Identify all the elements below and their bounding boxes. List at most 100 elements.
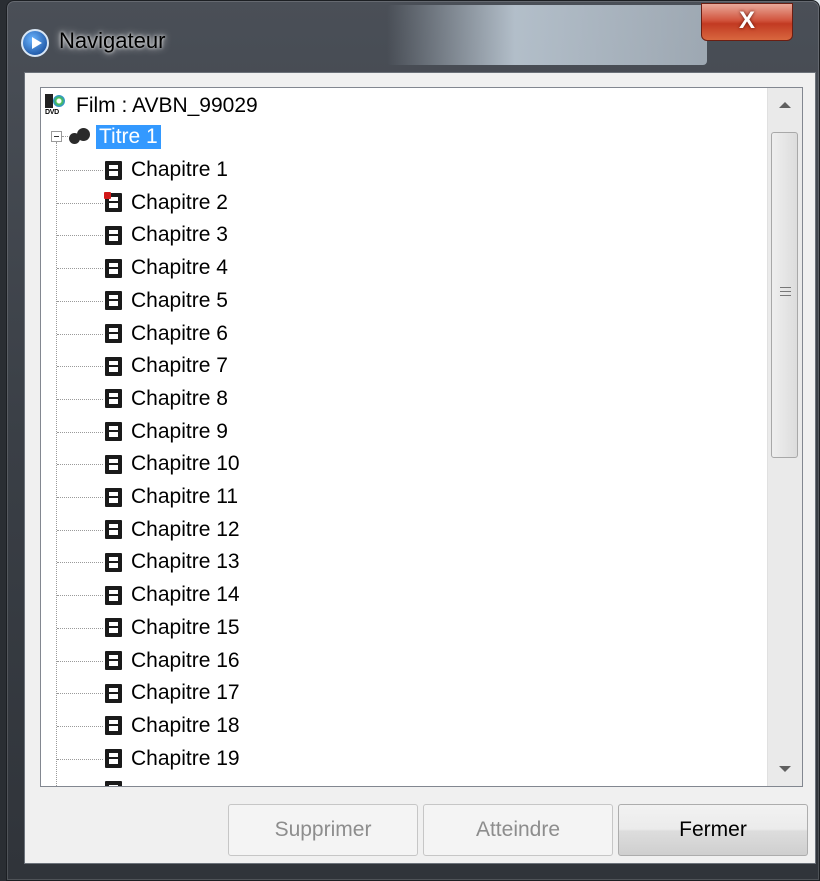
chapter-film-icon [105, 781, 122, 786]
chapter-label: Chapitre 14 [131, 583, 240, 607]
collapse-toggle-icon[interactable] [51, 131, 62, 142]
tree-connector [57, 595, 103, 597]
tree-node-title-1[interactable]: Titre 1 [69, 121, 161, 153]
tree-connector [57, 725, 103, 727]
tree-vertical-scrollbar[interactable] [767, 88, 802, 786]
tree-connector [57, 398, 103, 400]
tree-node-chapter[interactable]: Chapitre 10 [105, 448, 243, 480]
tree-node-chapter[interactable]: Chapitre 14 [105, 579, 243, 611]
tree-node-chapter[interactable]: Chapitre 3 [105, 219, 231, 251]
tree-node-chapter[interactable]: Chapitre 8 [105, 383, 231, 415]
chapter-film-icon [105, 454, 122, 474]
tree-root-film[interactable]: DVD Film : AVBN_99029 [45, 90, 261, 122]
chapter-film-icon [105, 291, 122, 311]
scroll-up-arrow-icon[interactable] [768, 88, 802, 122]
tree-node-chapter[interactable]: Chapitre 4 [105, 252, 231, 284]
dialog-client-area: DVD Film : AVBN_99029 Titre 1 Chapitre 1… [24, 72, 816, 864]
chapter-film-icon [105, 716, 122, 736]
chapter-film-icon [105, 552, 122, 572]
tree-node-chapter[interactable]: Chapitre 19 [105, 743, 243, 775]
tree-connector [57, 693, 103, 695]
chapter-film-icon [105, 651, 122, 670]
tree-node-chapter[interactable]: Chapitre 16 [105, 645, 243, 677]
tree-connector [57, 529, 103, 531]
chapter-label: Chapitre 9 [131, 419, 228, 443]
chapter-label: Chapitre 6 [131, 321, 228, 345]
chapter-label: Chapitre 10 [131, 452, 240, 476]
chapter-film-icon [105, 618, 122, 638]
tree-connector [57, 562, 103, 564]
tree-node-chapter[interactable]: Chapitre 11 [105, 481, 241, 513]
chapter-label: Chapitre 5 [131, 288, 228, 312]
titlebar-glass [387, 5, 707, 65]
chapter-label: Chapitre 17 [131, 681, 240, 705]
chapter-film-icon [105, 258, 122, 278]
tree-node-chapter[interactable]: Chapitre 9 [105, 416, 231, 448]
chapter-label: Chapitre 19 [131, 746, 240, 770]
chapter-label: Chapitre 1 [131, 158, 228, 181]
chapter-label: Chapitre 4 [131, 256, 228, 280]
tree-connector [57, 758, 103, 760]
chapter-label: Chapitre 8 [131, 386, 228, 410]
tree-node-chapter[interactable]: Chapitre 5 [105, 285, 231, 317]
tree-connector [57, 660, 103, 662]
title-node-label: Titre 1 [96, 125, 161, 149]
tree-connector [57, 170, 103, 171]
window-title: Navigateur [59, 28, 166, 53]
tree-node-chapter[interactable]: Chapitre 18 [105, 710, 243, 742]
tree-connector [57, 431, 103, 433]
chapter-film-icon [105, 683, 122, 703]
chapter-film-icon [105, 749, 122, 769]
tree-connector [57, 300, 103, 302]
chapter-label: Chapitre 16 [131, 648, 240, 672]
chapter-label: Chapitre 11 [131, 485, 239, 508]
tree-node-chapter[interactable]: Chapitre 1 [105, 154, 231, 186]
tree-node-chapter[interactable]: Chapitre 15 [105, 612, 243, 644]
tree-node-chapter[interactable]: Chapitre 7 [105, 350, 231, 382]
tree-node-chapter[interactable]: Chapitre 17 [105, 677, 243, 709]
chapter-film-icon [105, 487, 122, 507]
film-reel-icon [69, 127, 91, 147]
chapter-label: Chapitre 2 [131, 190, 228, 214]
tree-connector [57, 268, 103, 270]
chapter-film-icon [105, 324, 122, 343]
chapter-film-icon [105, 225, 122, 245]
tree-connector [57, 202, 103, 204]
chapter-film-icon [105, 585, 122, 605]
chapter-tree-view[interactable]: DVD Film : AVBN_99029 Titre 1 Chapitre 1… [40, 87, 803, 787]
goto-button[interactable]: Atteindre [423, 804, 613, 856]
tree-content: DVD Film : AVBN_99029 Titre 1 Chapitre 1… [41, 88, 768, 786]
film-label: Film : AVBN_99029 [76, 94, 258, 117]
chapter-film-icon [105, 422, 122, 442]
chapter-film-icon [105, 160, 122, 180]
tree-connector [57, 235, 103, 237]
tree-node-chapter[interactable]: Chapitre 12 [105, 514, 243, 546]
window-close-button[interactable]: X [701, 3, 793, 41]
chapter-label: Chapitre 12 [131, 517, 240, 541]
chapter-label: Chapitre 13 [131, 550, 240, 574]
close-button[interactable]: Fermer [618, 804, 808, 856]
chapter-film-icon [105, 389, 122, 409]
tree-connector [62, 136, 68, 137]
delete-button[interactable]: Supprimer [228, 804, 418, 856]
tree-node-chapter[interactable]: Chapitre 2 [104, 187, 231, 219]
chapter-label: Chapitre 18 [131, 713, 240, 737]
scroll-down-arrow-icon[interactable] [768, 752, 802, 786]
chapter-film-icon [105, 356, 122, 376]
scrollbar-thumb[interactable] [771, 132, 798, 458]
chapter-marked-film-icon [104, 192, 122, 213]
tree-connector [57, 333, 103, 335]
app-play-icon [21, 29, 49, 57]
chapter-label: Chapitre 7 [131, 354, 228, 378]
chapter-film-icon [105, 520, 122, 540]
tree-connector [57, 366, 103, 368]
chapter-label: Chapitre 3 [131, 223, 228, 247]
chapter-label: Chapitre 15 [131, 615, 240, 639]
tree-connector [57, 627, 103, 629]
tree-node-chapter[interactable]: Chapitre 6 [105, 318, 231, 350]
navigator-window: Navigateur X DVD Film : AVBN_99029 Titre… [6, 0, 820, 881]
dvd-film-icon: DVD [45, 94, 65, 118]
tree-connector [57, 497, 103, 498]
tree-connector [57, 464, 103, 466]
tree-node-chapter[interactable]: Chapitre 13 [105, 546, 243, 578]
